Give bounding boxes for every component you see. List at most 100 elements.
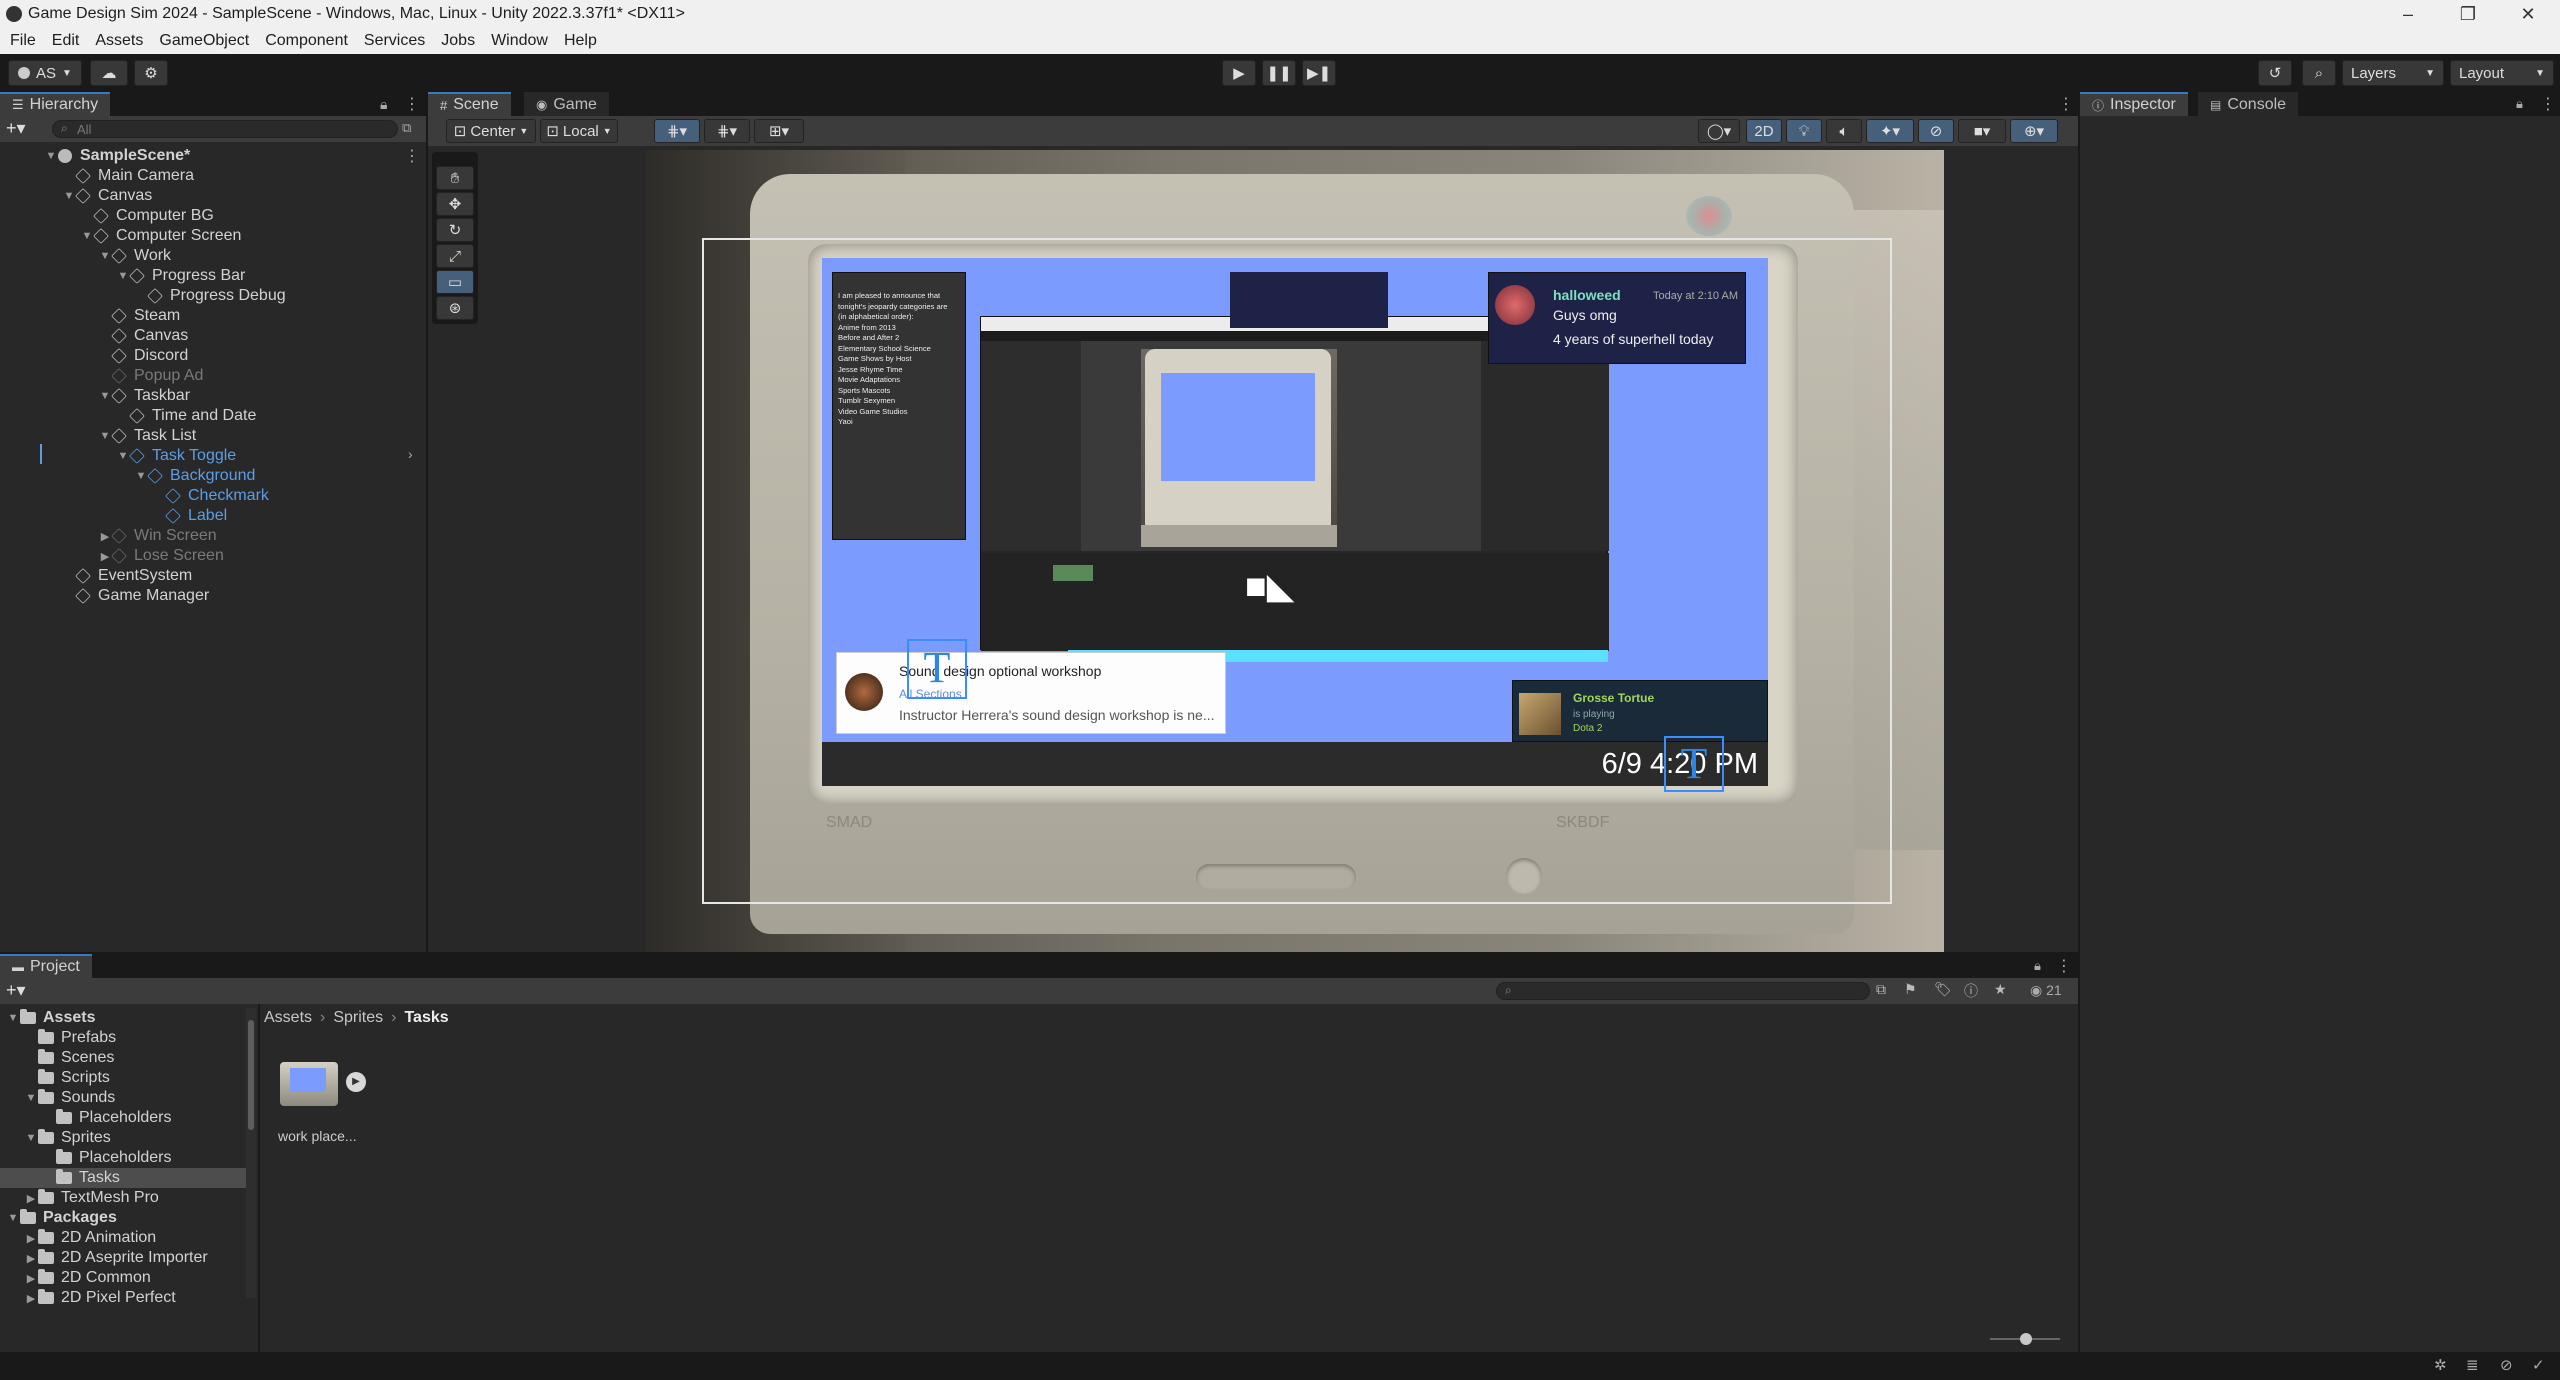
search-by-tag-icon[interactable]: 🏷︎ — [1934, 981, 1952, 998]
hierarchy-item[interactable]: Main Camera — [62, 166, 194, 186]
tab-scene[interactable]: # Scene — [428, 92, 511, 116]
search-icon[interactable]: ⌕ — [2302, 60, 2336, 86]
expand-arrow-icon[interactable]: ▶ — [24, 1252, 38, 1265]
hierarchy-item[interactable]: Canvas — [98, 326, 188, 346]
transform-tool-icon[interactable]: ⊛ — [436, 296, 474, 320]
tab-project[interactable]: ▬ Project — [0, 954, 92, 978]
account-button[interactable]: AS ▼ — [8, 60, 82, 86]
expand-arrow-icon[interactable]: ▼ — [98, 250, 112, 262]
project-folder-item[interactable]: Scripts — [0, 1068, 246, 1088]
search-by-label-icon[interactable]: ⚑ — [1904, 981, 1917, 998]
project-search-input[interactable]: ⌕ — [1496, 982, 1870, 1000]
hierarchy-item[interactable]: Popup Ad — [98, 366, 203, 386]
breadcrumb-assets[interactable]: Assets — [264, 1009, 312, 1027]
hierarchy-item[interactable]: Computer BG — [80, 206, 214, 226]
project-folder-item[interactable]: ▼ Sounds — [0, 1088, 246, 1108]
history-icon[interactable]: ↺ — [2258, 60, 2292, 86]
hierarchy-item[interactable]: ▶ Win Screen — [98, 526, 217, 546]
hierarchy-item[interactable]: ▼ Progress Bar — [116, 266, 246, 286]
hierarchy-item[interactable]: ▼ SampleScene* — [44, 146, 191, 166]
expand-arrow-icon[interactable]: ▼ — [80, 230, 94, 242]
menu-edit[interactable]: Edit — [52, 32, 80, 50]
hierarchy-item[interactable]: ▼ Computer Screen — [80, 226, 242, 246]
ruler-icon[interactable]: ⊞▾ — [754, 119, 804, 143]
hierarchy-item[interactable]: EventSystem — [62, 566, 192, 586]
tab-inspector[interactable]: ⓘ Inspector — [2080, 92, 2188, 116]
breadcrumb-tasks[interactable]: Tasks — [404, 1009, 448, 1027]
project-folder-item[interactable]: Scenes — [0, 1048, 246, 1068]
tree-scrollbar[interactable] — [246, 1008, 256, 1298]
expand-arrow-icon[interactable]: ▼ — [6, 1012, 20, 1024]
more-menu-icon[interactable]: ⋮ — [2058, 94, 2074, 114]
expand-arrow-icon[interactable]: ▼ — [116, 450, 130, 462]
project-splitter[interactable] — [258, 1004, 260, 1352]
breadcrumb-sprites[interactable]: Sprites — [333, 1009, 383, 1027]
layout-dropdown[interactable]: Layout ▼ — [2450, 60, 2554, 86]
more-menu-icon[interactable]: ⋮ — [2540, 94, 2556, 114]
expand-arrow-icon[interactable]: ▶ — [24, 1192, 38, 1205]
menu-assets[interactable]: Assets — [95, 32, 143, 50]
toggle-2d-button[interactable]: 2D — [1746, 119, 1782, 143]
hierarchy-item[interactable]: Steam — [98, 306, 180, 326]
hierarchy-item[interactable]: ▼ Canvas — [62, 186, 153, 206]
project-folder-item[interactable]: ▼ Sprites — [0, 1128, 246, 1148]
maximize-icon[interactable]: ❐ — [2448, 2, 2488, 26]
collab-icon[interactable]: ⚙ — [134, 60, 168, 86]
favorite-icon[interactable]: ★ — [1994, 981, 2007, 998]
menu-services[interactable]: Services — [364, 32, 425, 50]
expand-arrow-icon[interactable]: ▼ — [116, 270, 130, 282]
progress-icon[interactable]: ✓ — [2532, 1356, 2545, 1374]
draw-mode-icon[interactable]: ◯▾ — [1698, 119, 1740, 143]
play-button[interactable]: ▶ — [1222, 60, 1256, 86]
scene-viewport[interactable]: SMAD SKBDF I am pleased to announce that… — [646, 150, 1944, 952]
effects-icon[interactable]: ✦▾ — [1866, 119, 1914, 143]
search-by-type-icon[interactable]: ⧉ — [1876, 981, 1886, 998]
project-folder-item[interactable]: ▼ Assets — [0, 1008, 246, 1028]
expand-arrow-icon[interactable]: ▶ — [98, 550, 112, 563]
hierarchy-item[interactable]: ▼ Task Toggle — [116, 446, 237, 466]
hierarchy-item[interactable]: Label — [152, 506, 227, 526]
hierarchy-item[interactable]: ▶ Lose Screen — [98, 546, 224, 566]
expand-arrow-icon[interactable]: ▶ — [98, 530, 112, 543]
hierarchy-item[interactable]: Checkmark — [152, 486, 269, 506]
expand-arrow-icon[interactable]: ▼ — [98, 390, 112, 402]
pause-button[interactable]: ❚❚ — [1262, 60, 1296, 86]
gizmos-icon[interactable]: ⊕▾ — [2010, 119, 2058, 143]
slider-thumb[interactable] — [2020, 1333, 2032, 1345]
project-folder-item[interactable]: Tasks — [0, 1168, 246, 1188]
project-folder-item[interactable]: ▶ 2D Animation — [0, 1228, 246, 1248]
hierarchy-item[interactable]: ▼ Task List — [98, 426, 197, 446]
lock-icon[interactable]: 🔒︎ — [2034, 958, 2041, 974]
scene-visibility-icon[interactable]: ⧉ — [402, 120, 411, 136]
minimize-icon[interactable]: – — [2388, 2, 2428, 26]
step-button[interactable]: ▶❚ — [1302, 60, 1336, 86]
project-folder-item[interactable]: ▶ 2D Aseprite Importer — [0, 1248, 246, 1268]
tab-hierarchy[interactable]: ☰ Hierarchy — [0, 92, 111, 116]
camera-icon[interactable]: ■▾ — [1958, 119, 2006, 143]
expand-arrow-icon[interactable]: ▼ — [62, 190, 76, 202]
rotate-tool-icon[interactable]: ↻ — [436, 218, 474, 242]
rect-tool-icon[interactable]: ▭ — [436, 270, 474, 294]
project-folder-item[interactable]: ▶ 2D Pixel Perfect — [0, 1288, 246, 1304]
add-icon[interactable]: +▾ — [6, 980, 26, 1001]
scene-more-icon[interactable]: ⋮ — [404, 146, 420, 166]
space-local-dropdown[interactable]: ⊡ Local ▼ — [540, 119, 618, 143]
tab-console[interactable]: ▤ Console — [2198, 92, 2299, 116]
hierarchy-item[interactable]: Game Manager — [62, 586, 209, 606]
play-icon[interactable]: ▶ — [346, 1072, 366, 1092]
menu-help[interactable]: Help — [564, 32, 597, 50]
expand-arrow-icon[interactable]: ▶ — [24, 1292, 38, 1305]
hierarchy-item[interactable]: Discord — [98, 346, 188, 366]
warning-filter-icon[interactable]: ⓘ — [1964, 981, 1978, 1001]
menu-gameobject[interactable]: GameObject — [159, 32, 249, 50]
menu-file[interactable]: File — [10, 32, 36, 50]
pivot-center-dropdown[interactable]: ⊡ Center ▼ — [446, 119, 536, 143]
audio-icon[interactable]: 🔈︎ — [1826, 119, 1862, 143]
snap-increment-icon[interactable]: ⋕▾ — [704, 119, 750, 143]
project-folder-item[interactable]: ▶ TextMesh Pro — [0, 1188, 246, 1208]
cloud-icon[interactable]: ☁ — [90, 60, 128, 86]
project-folder-item[interactable]: ▼ Packages — [0, 1208, 246, 1228]
hierarchy-item[interactable]: ▼ Background — [134, 466, 256, 486]
lighting-icon[interactable]: 💡︎ — [1786, 119, 1822, 143]
project-folder-item[interactable]: ▶ 2D Common — [0, 1268, 246, 1288]
